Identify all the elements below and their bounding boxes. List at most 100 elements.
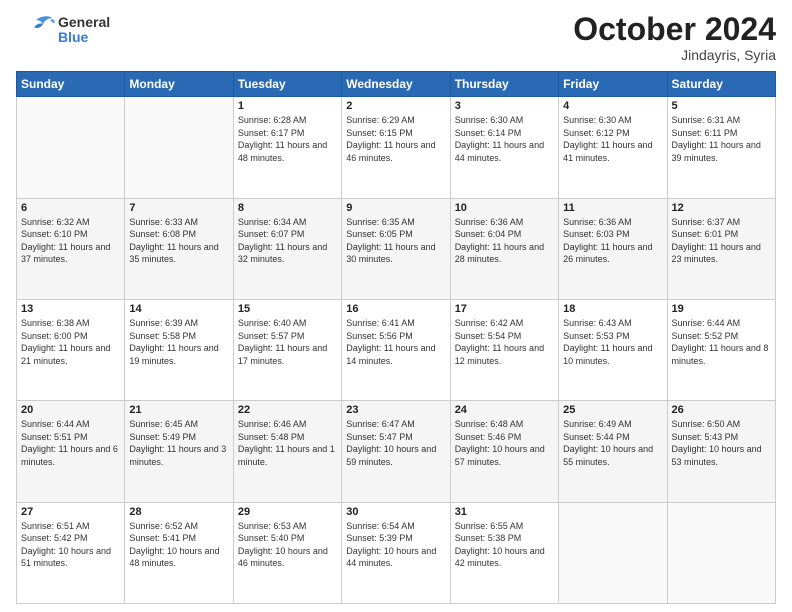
calendar-cell: 7Sunrise: 6:33 AMSunset: 6:08 PMDaylight… <box>125 198 233 299</box>
weekday-header: Monday <box>125 72 233 97</box>
day-number: 5 <box>672 100 771 112</box>
cell-info: Sunrise: 6:30 AMSunset: 6:12 PMDaylight:… <box>563 114 662 164</box>
cell-info: Sunrise: 6:52 AMSunset: 5:41 PMDaylight:… <box>129 520 228 570</box>
weekday-header: Thursday <box>450 72 558 97</box>
day-number: 12 <box>672 202 771 214</box>
calendar-cell: 16 Sunrise: 6:41 AMSunset: 5:56 PMDayligh… <box>342 299 450 400</box>
calendar-header: SundayMondayTuesdayWednesdayThursdayFrid… <box>17 72 776 97</box>
weekday-header: Saturday <box>667 72 775 97</box>
calendar-cell: 21Sunrise: 6:45 AMSunset: 5:49 PMDayligh… <box>125 401 233 502</box>
cell-info: Sunrise: 6:28 AMSunset: 6:17 PMDaylight:… <box>238 114 337 164</box>
calendar-cell: 18 Sunrise: 6:43 AMSunset: 5:53 PMDayligh… <box>559 299 667 400</box>
day-number: 2 <box>346 100 445 112</box>
calendar-cell: 22 Sunrise: 6:46 AMSunset: 5:48 PMDayligh… <box>233 401 341 502</box>
calendar-cell: 26 Sunrise: 6:50 AMSunset: 5:43 PMDayligh… <box>667 401 775 502</box>
calendar-cell: 30Sunrise: 6:54 AMSunset: 5:39 PMDayligh… <box>342 502 450 603</box>
day-number: 1 <box>238 100 337 112</box>
cell-info: Sunrise: 6:35 AMSunset: 6:05 PMDaylight:… <box>346 216 445 266</box>
cell-info: Sunrise: 6:41 AMSunset: 5:56 PMDaylight:… <box>346 317 445 367</box>
cell-info: Sunrise: 6:50 AMSunset: 5:43 PMDaylight:… <box>672 418 771 468</box>
cell-info: Sunrise: 6:36 AMSunset: 6:03 PMDaylight:… <box>563 216 662 266</box>
cell-info: Sunrise: 6:39 AMSunset: 5:58 PMDaylight:… <box>129 317 228 367</box>
day-number: 20 <box>21 404 120 416</box>
calendar-cell: 20Sunrise: 6:44 AMSunset: 5:51 PMDayligh… <box>17 401 125 502</box>
location-subtitle: Jindayris, Syria <box>573 47 776 63</box>
cell-info: Sunrise: 6:34 AMSunset: 6:07 PMDaylight:… <box>238 216 337 266</box>
calendar-cell: 28Sunrise: 6:52 AMSunset: 5:41 PMDayligh… <box>125 502 233 603</box>
month-title: October 2024 <box>573 12 776 47</box>
calendar-body: 1 Sunrise: 6:28 AMSunset: 6:17 PMDaylight… <box>17 97 776 604</box>
day-number: 16 <box>346 303 445 315</box>
day-number: 13 <box>21 303 120 315</box>
calendar-cell: 6 Sunrise: 6:32 AMSunset: 6:10 PMDaylight… <box>17 198 125 299</box>
cell-info: Sunrise: 6:36 AMSunset: 6:04 PMDaylight:… <box>455 216 554 266</box>
cell-info: Sunrise: 6:54 AMSunset: 5:39 PMDaylight:… <box>346 520 445 570</box>
calendar-cell: 15 Sunrise: 6:40 AMSunset: 5:57 PMDayligh… <box>233 299 341 400</box>
cell-info: Sunrise: 6:49 AMSunset: 5:44 PMDaylight:… <box>563 418 662 468</box>
day-number: 17 <box>455 303 554 315</box>
cell-info: Sunrise: 6:48 AMSunset: 5:46 PMDaylight:… <box>455 418 554 468</box>
calendar-week-row: 27Sunrise: 6:51 AMSunset: 5:42 PMDayligh… <box>17 502 776 603</box>
calendar-week-row: 1 Sunrise: 6:28 AMSunset: 6:17 PMDaylight… <box>17 97 776 198</box>
calendar-week-row: 6 Sunrise: 6:32 AMSunset: 6:10 PMDaylight… <box>17 198 776 299</box>
calendar-cell: 8 Sunrise: 6:34 AMSunset: 6:07 PMDaylight… <box>233 198 341 299</box>
day-number: 10 <box>455 202 554 214</box>
weekday-header: Sunday <box>17 72 125 97</box>
cell-info: Sunrise: 6:42 AMSunset: 5:54 PMDaylight:… <box>455 317 554 367</box>
logo-blue: Blue <box>58 30 110 45</box>
calendar-cell <box>559 502 667 603</box>
calendar-cell: 4 Sunrise: 6:30 AMSunset: 6:12 PMDaylight… <box>559 97 667 198</box>
calendar-cell: 10 Sunrise: 6:36 AMSunset: 6:04 PMDayligh… <box>450 198 558 299</box>
calendar-week-row: 20Sunrise: 6:44 AMSunset: 5:51 PMDayligh… <box>17 401 776 502</box>
calendar-cell: 9Sunrise: 6:35 AMSunset: 6:05 PMDaylight… <box>342 198 450 299</box>
calendar-cell: 13Sunrise: 6:38 AMSunset: 6:00 PMDayligh… <box>17 299 125 400</box>
day-number: 6 <box>21 202 120 214</box>
calendar-cell <box>125 97 233 198</box>
day-number: 8 <box>238 202 337 214</box>
day-number: 31 <box>455 506 554 518</box>
calendar-cell: 5Sunrise: 6:31 AMSunset: 6:11 PMDaylight… <box>667 97 775 198</box>
cell-info: Sunrise: 6:45 AMSunset: 5:49 PMDaylight:… <box>129 418 228 468</box>
weekday-header: Tuesday <box>233 72 341 97</box>
weekday-header: Wednesday <box>342 72 450 97</box>
calendar-cell: 3 Sunrise: 6:30 AMSunset: 6:14 PMDaylight… <box>450 97 558 198</box>
day-number: 18 <box>563 303 662 315</box>
day-number: 15 <box>238 303 337 315</box>
calendar-cell: 12 Sunrise: 6:37 AMSunset: 6:01 PMDayligh… <box>667 198 775 299</box>
day-number: 23 <box>346 404 445 416</box>
logo-text: General Blue <box>58 15 110 46</box>
weekday-row: SundayMondayTuesdayWednesdayThursdayFrid… <box>17 72 776 97</box>
cell-info: Sunrise: 6:40 AMSunset: 5:57 PMDaylight:… <box>238 317 337 367</box>
calendar-cell: 25 Sunrise: 6:49 AMSunset: 5:44 PMDayligh… <box>559 401 667 502</box>
page: General Blue October 2024 Jindayris, Syr… <box>0 0 792 612</box>
weekday-header: Friday <box>559 72 667 97</box>
title-block: October 2024 Jindayris, Syria <box>573 12 776 63</box>
calendar-cell: 1 Sunrise: 6:28 AMSunset: 6:17 PMDaylight… <box>233 97 341 198</box>
day-number: 26 <box>672 404 771 416</box>
calendar-cell: 24Sunrise: 6:48 AMSunset: 5:46 PMDayligh… <box>450 401 558 502</box>
cell-info: Sunrise: 6:32 AMSunset: 6:10 PMDaylight:… <box>21 216 120 266</box>
calendar-table: SundayMondayTuesdayWednesdayThursdayFrid… <box>16 71 776 604</box>
day-number: 22 <box>238 404 337 416</box>
day-number: 3 <box>455 100 554 112</box>
day-number: 4 <box>563 100 662 112</box>
cell-info: Sunrise: 6:53 AMSunset: 5:40 PMDaylight:… <box>238 520 337 570</box>
cell-info: Sunrise: 6:30 AMSunset: 6:14 PMDaylight:… <box>455 114 554 164</box>
general-blue-icon <box>16 12 56 48</box>
cell-info: Sunrise: 6:46 AMSunset: 5:48 PMDaylight:… <box>238 418 337 468</box>
logo-general: General <box>58 15 110 30</box>
calendar-cell: 29 Sunrise: 6:53 AMSunset: 5:40 PMDayligh… <box>233 502 341 603</box>
cell-info: Sunrise: 6:51 AMSunset: 5:42 PMDaylight:… <box>21 520 120 570</box>
day-number: 11 <box>563 202 662 214</box>
cell-info: Sunrise: 6:55 AMSunset: 5:38 PMDaylight:… <box>455 520 554 570</box>
cell-info: Sunrise: 6:44 AMSunset: 5:52 PMDaylight:… <box>672 317 771 367</box>
day-number: 25 <box>563 404 662 416</box>
calendar-cell <box>667 502 775 603</box>
calendar-cell: 14Sunrise: 6:39 AMSunset: 5:58 PMDayligh… <box>125 299 233 400</box>
calendar-week-row: 13Sunrise: 6:38 AMSunset: 6:00 PMDayligh… <box>17 299 776 400</box>
calendar-cell: 19Sunrise: 6:44 AMSunset: 5:52 PMDayligh… <box>667 299 775 400</box>
calendar-cell: 17 Sunrise: 6:42 AMSunset: 5:54 PMDayligh… <box>450 299 558 400</box>
day-number: 29 <box>238 506 337 518</box>
cell-info: Sunrise: 6:43 AMSunset: 5:53 PMDaylight:… <box>563 317 662 367</box>
cell-info: Sunrise: 6:37 AMSunset: 6:01 PMDaylight:… <box>672 216 771 266</box>
